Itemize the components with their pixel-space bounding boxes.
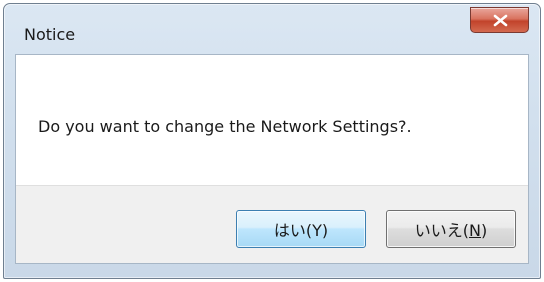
dialog-content: Do you want to change the Network Settin…	[15, 54, 529, 264]
title-bar[interactable]: Notice	[4, 4, 540, 54]
button-bar: はい(Y) いいえ(N)	[16, 185, 528, 263]
no-button[interactable]: いいえ(N)	[386, 210, 516, 248]
close-button[interactable]	[470, 7, 529, 33]
no-button-label: いいえ(N)	[414, 221, 488, 240]
dialog-window: Notice Do you want to change the Network…	[3, 3, 541, 279]
dialog-message: Do you want to change the Network Settin…	[38, 117, 412, 136]
yes-button-label: はい(Y)	[273, 221, 329, 240]
dialog-title: Notice	[24, 25, 76, 44]
yes-button[interactable]: はい(Y)	[236, 210, 366, 248]
close-x-icon	[493, 14, 508, 27]
